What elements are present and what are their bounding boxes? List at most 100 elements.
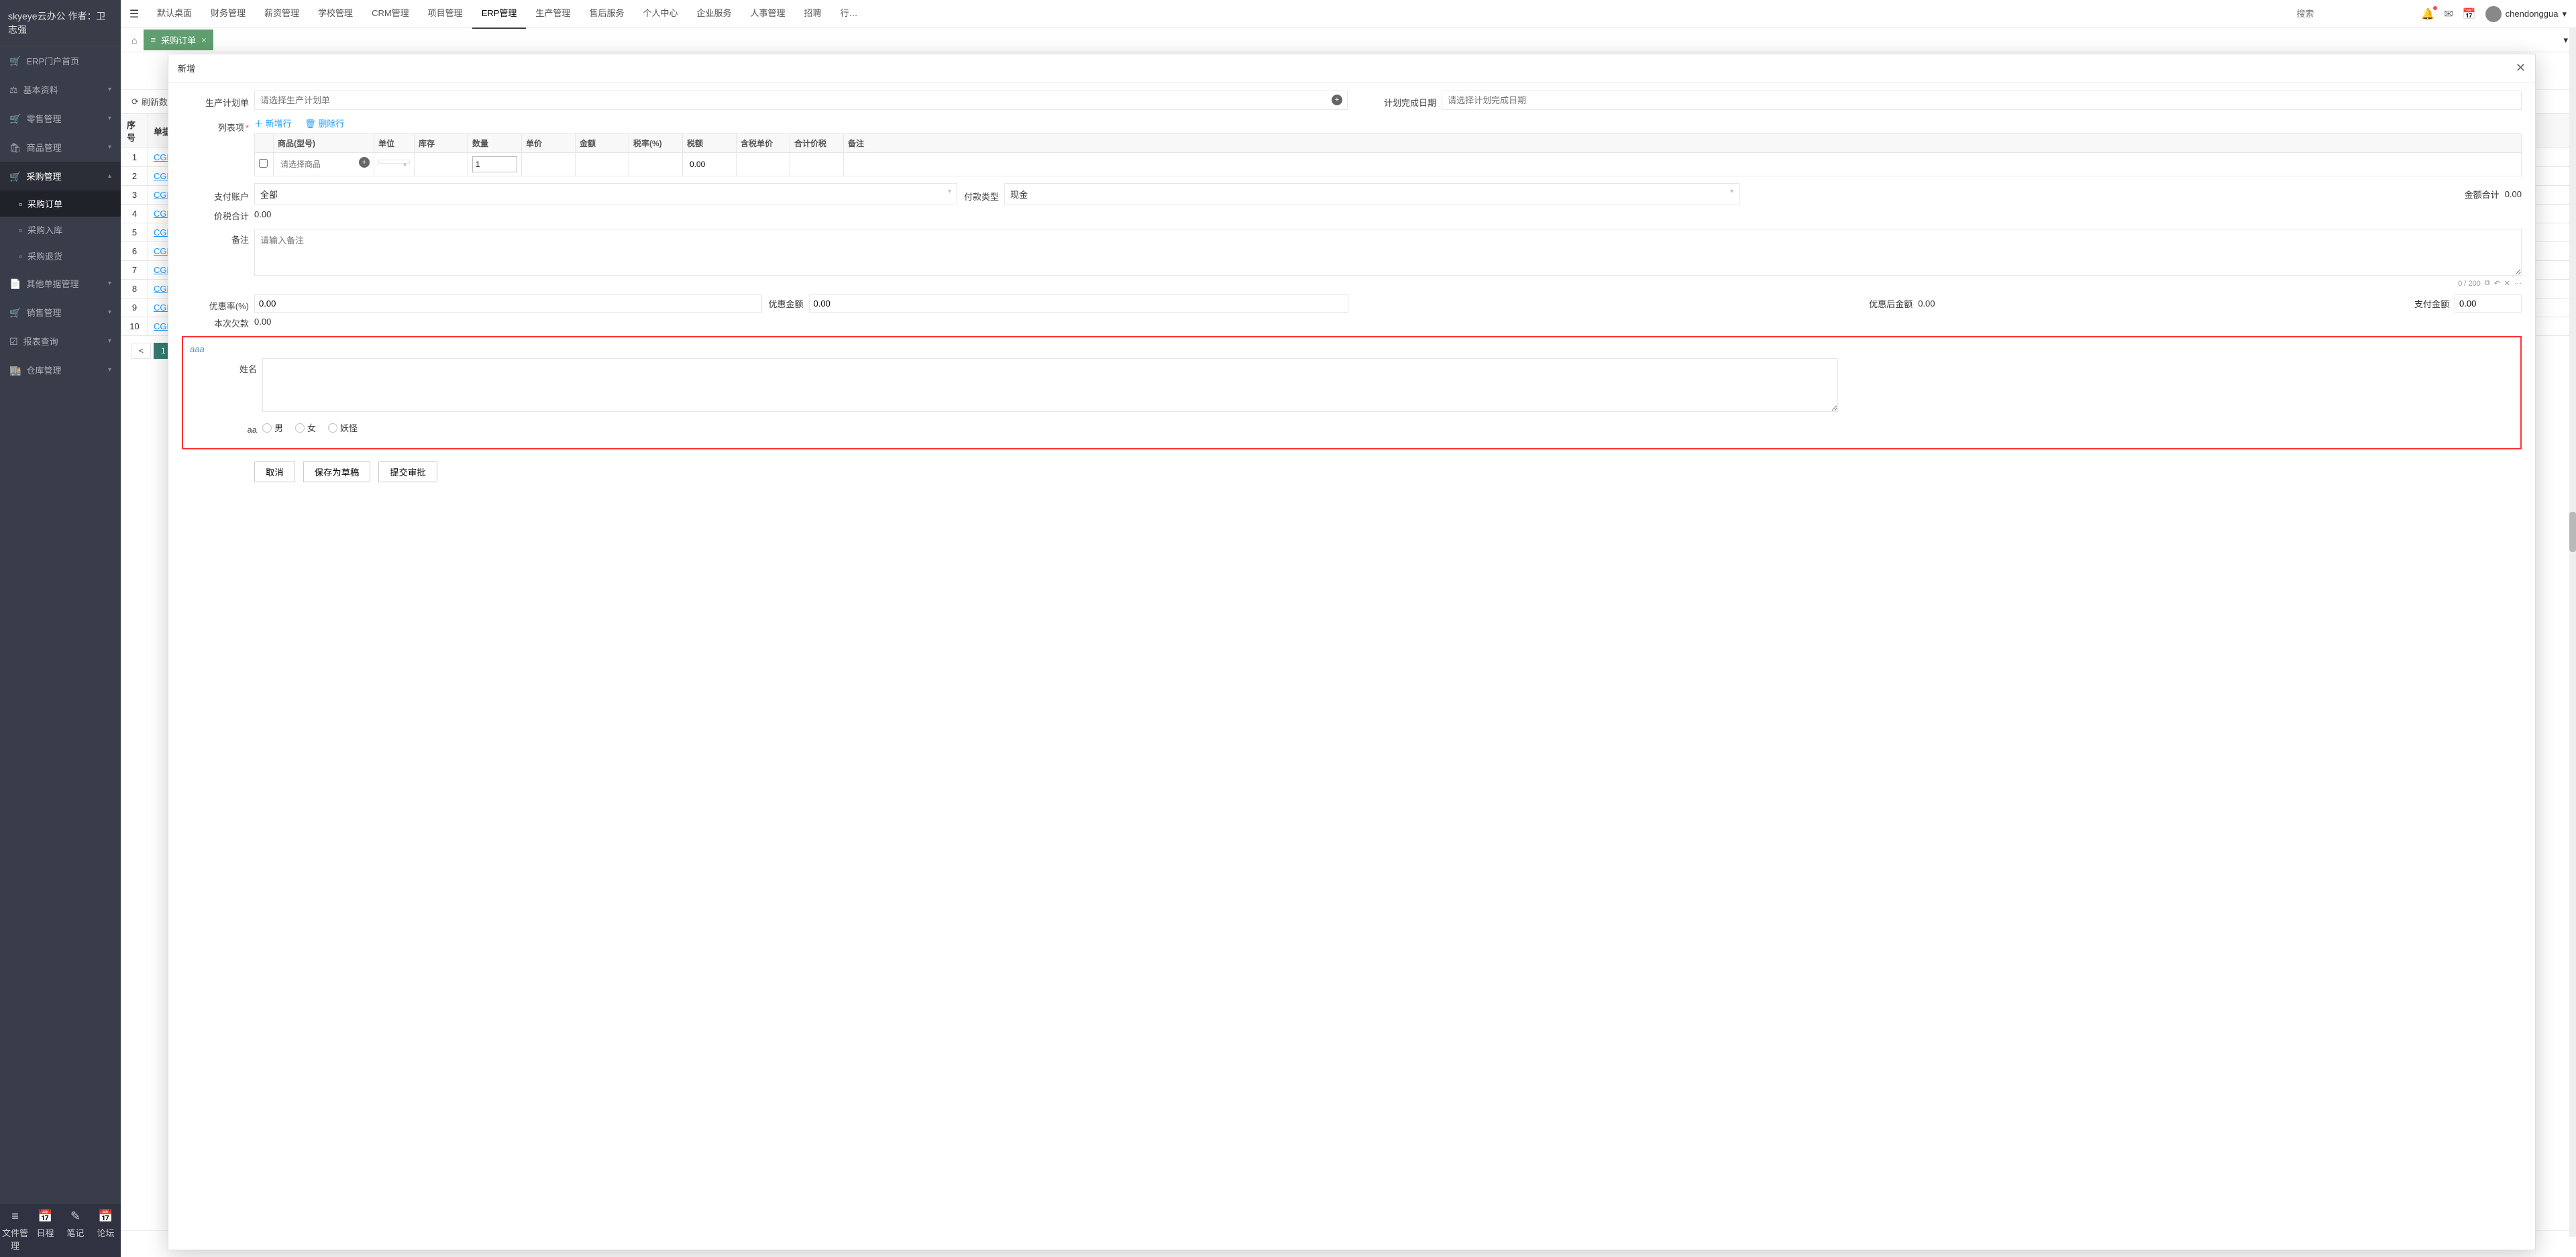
sidebar-item[interactable]: 🏬仓库管理▾ xyxy=(0,356,121,384)
home-tab-icon[interactable]: ⌂ xyxy=(125,35,144,46)
row-remark-input[interactable] xyxy=(848,157,2517,172)
mail-icon[interactable]: ✉ xyxy=(2444,7,2453,21)
topnav-item[interactable]: 财务管理 xyxy=(201,0,255,29)
topnav-item[interactable]: 项目管理 xyxy=(419,0,472,29)
tab-purchase-order[interactable]: ≡ 采购订单 × xyxy=(144,30,213,50)
chevron-down-icon: ▾ xyxy=(108,337,111,345)
topnav-item[interactable]: CRM管理 xyxy=(362,0,419,29)
discount-rate-label: 优惠率(%) xyxy=(182,295,249,312)
owe-label: 本次欠款 xyxy=(182,313,249,329)
grid-header: 单价 xyxy=(522,134,576,153)
grid-header: 金额 xyxy=(576,134,629,153)
discount-amt-input[interactable] xyxy=(809,294,1348,313)
menu-icon: 🏬 xyxy=(9,365,21,376)
radio-option[interactable]: 男 xyxy=(262,421,283,434)
clear-icon[interactable]: ✕ xyxy=(2504,279,2510,288)
radio-option[interactable]: 妖怪 xyxy=(328,421,358,434)
sidebar-item[interactable]: ⚖基本资料▾ xyxy=(0,75,121,104)
topnav-item[interactable]: 薪资管理 xyxy=(255,0,309,29)
bottom-tool[interactable]: ✎笔记 xyxy=(60,1204,91,1257)
submit-button[interactable]: 提交审批 xyxy=(378,461,437,482)
topnav-item[interactable]: 学校管理 xyxy=(309,0,362,29)
cancel-button[interactable]: 取消 xyxy=(254,461,295,482)
pay-account-select[interactable]: 全部▾ xyxy=(254,183,957,205)
bottom-tools: ≡文件管理📅日程✎笔记📅论坛 xyxy=(0,1204,121,1257)
sidebar-item[interactable]: 🛒销售管理▾ xyxy=(0,298,121,327)
unit-select[interactable]: ▾ xyxy=(378,160,410,164)
topnav-item[interactable]: 个人中心 xyxy=(633,0,687,29)
plan-input[interactable] xyxy=(254,91,1348,110)
bottom-tool[interactable]: 📅论坛 xyxy=(91,1204,121,1257)
after-discount-value: 0.00 xyxy=(1918,298,1935,309)
amount-total-label: 金额合计 xyxy=(2465,188,2500,201)
bottom-tool[interactable]: ≡文件管理 xyxy=(0,1204,30,1257)
topnav-item[interactable]: 企业服务 xyxy=(687,0,741,29)
tax-rate-input[interactable] xyxy=(633,157,678,172)
name-textarea[interactable] xyxy=(262,358,1838,412)
user-name: chendonggua xyxy=(2506,9,2559,19)
price-input[interactable] xyxy=(526,157,571,172)
discount-rate-input[interactable] xyxy=(254,294,762,313)
sidebar-item[interactable]: 🛒零售管理▾ xyxy=(0,104,121,133)
row-checkbox[interactable] xyxy=(259,159,268,168)
sidebar-item[interactable]: 📄其他单据管理▾ xyxy=(0,269,121,298)
tax-amt-input[interactable] xyxy=(687,157,732,172)
radio-option[interactable]: 女 xyxy=(295,421,316,434)
undo-icon[interactable]: ↶ xyxy=(2494,279,2500,288)
topnav-item[interactable]: 招聘 xyxy=(795,0,831,29)
pager-prev[interactable]: < xyxy=(131,343,151,359)
topnav-item[interactable]: 人事管理 xyxy=(741,0,794,29)
column-header: 序号 xyxy=(121,114,148,148)
tax-price-input[interactable] xyxy=(741,157,786,172)
add-row-button[interactable]: ＋ 新增行 xyxy=(254,119,292,129)
topbar: ☰ 默认桌面财务管理薪资管理学校管理CRM管理项目管理ERP管理生产管理售后服务… xyxy=(121,0,2576,28)
product-input[interactable] xyxy=(278,157,370,172)
pay-type-label: 付款类型 xyxy=(964,186,999,203)
delete-row-button[interactable]: 🗑 删除行 xyxy=(305,119,344,129)
sidebar-subitem[interactable]: ▫采购入库 xyxy=(0,217,121,243)
qty-input[interactable] xyxy=(472,156,517,172)
grid-header: 商品(型号) xyxy=(274,134,374,153)
sidebar-item[interactable]: 🛒采购管理▴ xyxy=(0,162,121,190)
more-icon[interactable]: ⋯ xyxy=(2514,279,2522,288)
bell-icon[interactable]: 🔔 xyxy=(2421,7,2434,21)
bottom-tool[interactable]: 📅日程 xyxy=(30,1204,60,1257)
discount-amt-label: 优惠金额 xyxy=(769,297,804,310)
sidebar-item[interactable]: 🛒ERP门户首页 xyxy=(0,46,121,75)
stock-input[interactable] xyxy=(419,157,464,172)
sidebar-subitem[interactable]: ▫采购订单 xyxy=(0,190,121,217)
close-icon[interactable]: ✕ xyxy=(2516,61,2526,75)
price-tax-total-value: 0.00 xyxy=(254,205,271,219)
chevron-down-icon: ▾ xyxy=(108,280,111,287)
tool-icon: 📅 xyxy=(91,1209,121,1223)
pay-type-select[interactable]: 现金▾ xyxy=(1004,183,1739,205)
remark-textarea[interactable] xyxy=(254,229,2522,276)
topnav-item[interactable]: 生产管理 xyxy=(526,0,580,29)
tool-icon: ✎ xyxy=(60,1209,91,1223)
close-icon[interactable]: × xyxy=(201,35,207,45)
pay-account-label: 支付账户 xyxy=(182,186,249,203)
plan-done-input[interactable] xyxy=(1442,91,2522,110)
total-tax-input[interactable] xyxy=(794,157,839,172)
topnav-item[interactable]: ERP管理 xyxy=(472,0,527,29)
topnav-item[interactable]: 行… xyxy=(831,0,867,29)
topnav-item[interactable]: 默认桌面 xyxy=(148,0,201,29)
copy-icon[interactable]: ⧉ xyxy=(2485,279,2490,288)
sidebar-subitem[interactable]: ▫采购退货 xyxy=(0,243,121,269)
save-draft-button[interactable]: 保存为草稿 xyxy=(303,461,371,482)
list-label: 列表项 xyxy=(182,117,249,133)
grid-row: + ▾ xyxy=(255,153,2522,176)
toggle-sidebar-icon[interactable]: ☰ xyxy=(121,7,148,21)
plus-icon[interactable]: + xyxy=(1332,95,1342,105)
grid-header: 库存 xyxy=(415,134,468,153)
sidebar-item[interactable]: 🛍商品管理▾ xyxy=(0,133,121,162)
calendar-icon[interactable]: 📅 xyxy=(2463,7,2476,21)
user-menu[interactable]: chendonggua ▾ xyxy=(2485,6,2567,22)
topnav-item[interactable]: 售后服务 xyxy=(580,0,633,29)
amount-input[interactable] xyxy=(580,157,625,172)
plus-icon[interactable]: + xyxy=(359,157,370,168)
top-search-input[interactable] xyxy=(2291,6,2412,21)
pay-amt-input[interactable] xyxy=(2455,294,2522,313)
sidebar-item[interactable]: ☑报表查询▾ xyxy=(0,327,121,356)
scrollbar[interactable] xyxy=(2569,28,2576,1237)
